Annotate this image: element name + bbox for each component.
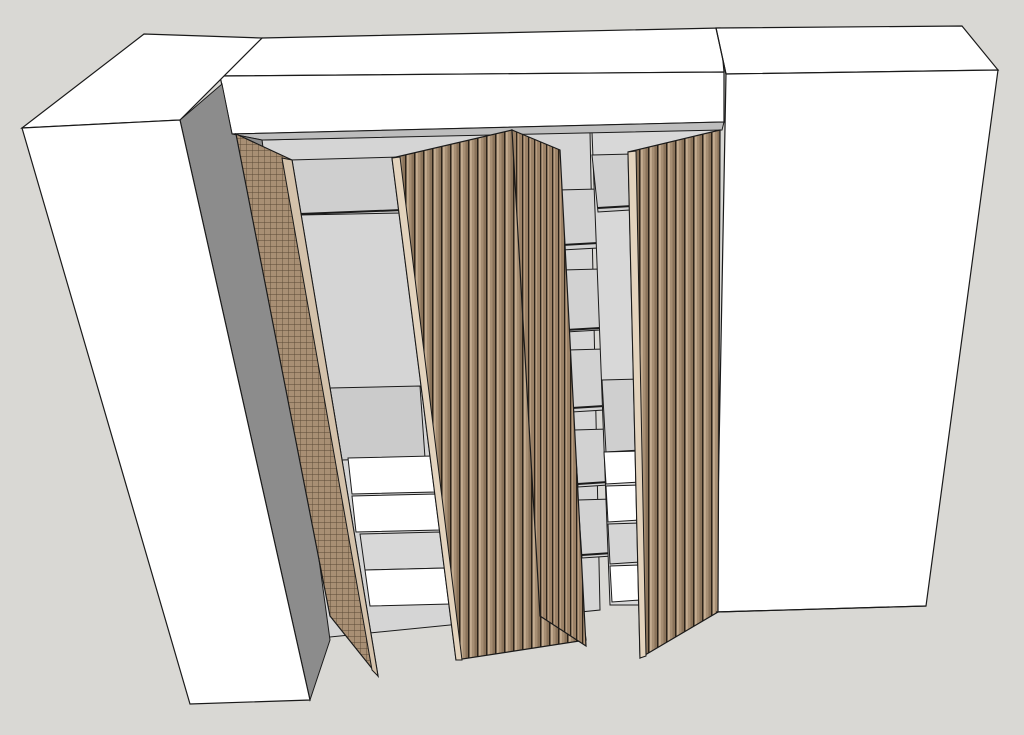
wardrobe-3d-model	[0, 0, 1024, 735]
door-right	[627, 129, 721, 660]
wardrobe-render	[20, 25, 1000, 705]
top-bridge-box	[218, 27, 725, 141]
right-tower	[715, 25, 1000, 613]
